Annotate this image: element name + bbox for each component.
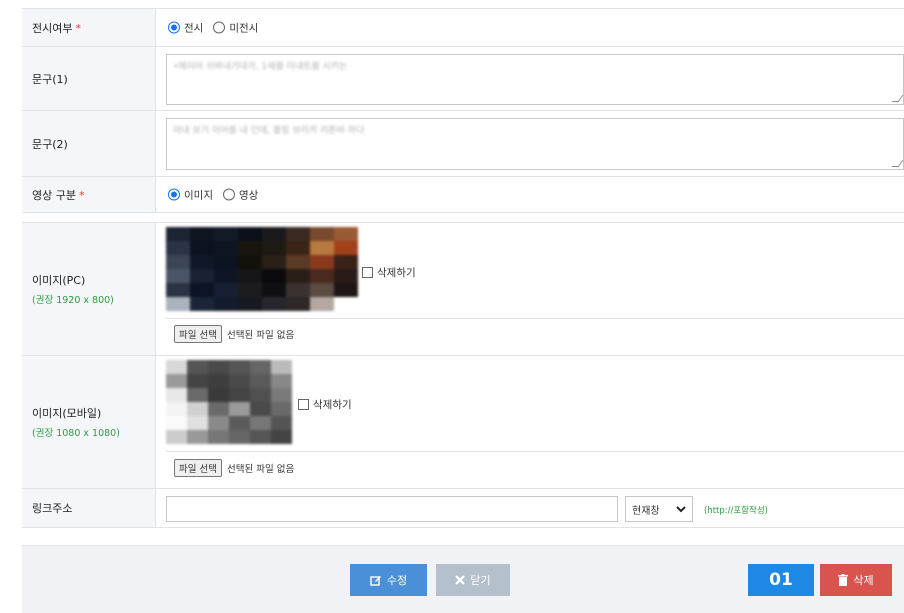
media-type-label-cell: 영상 구분 * [22,177,156,212]
phrase1-content: •에이어 쉬바내기대가, 1세를 이내트를 시키는 [156,47,904,110]
radio-media-video-label[interactable]: 영상 [239,187,258,202]
image-pc-file-row: 파일 선택 선택된 파일 없음 [166,318,904,349]
image-pc-hint: (권장 1920 x 800) [32,295,114,306]
image-mobile-row: 이미지(모바일) (권장 1080 x 1080) 삭제하기 파일 선택 선택된… [22,355,904,488]
phrase2-textarea[interactable]: 아내 보기 이어를 내 인데, 볼링 브리카 리튼바 하다 [166,118,904,170]
image-mobile-file-status: 선택된 파일 없음 [226,464,295,475]
image-mobile-delete-checkbox[interactable] [298,399,309,410]
image-pc-delete[interactable]: 삭제하기 [362,265,416,280]
image-mobile-file-row: 파일 선택 선택된 파일 없음 [166,451,904,484]
number-badge: 01 [748,564,814,596]
image-mobile-delete-label[interactable]: 삭제하기 [313,397,352,412]
image-pc-delete-label[interactable]: 삭제하기 [377,265,416,280]
radio-media-image-label[interactable]: 이미지 [184,187,213,202]
link-target-value: 현재창 [632,505,660,517]
image-mobile-content: 삭제하기 파일 선택 선택된 파일 없음 [156,356,904,488]
resize-handle-icon[interactable] [891,95,904,102]
image-pc-preview [166,227,358,311]
close-button-label: 닫기 [470,574,491,587]
image-pc-delete-checkbox[interactable] [362,267,373,278]
link-label: 링크주소 [32,502,73,515]
resize-handle-icon[interactable] [891,160,904,167]
image-pc-label-cell: 이미지(PC) (권장 1920 x 800) [22,223,156,355]
image-pc-pixels [166,227,358,311]
display-content: 전시 미전시 [156,9,904,46]
delete-button-label: 삭제 [853,574,874,587]
phrase2-content: 아내 보기 이어를 내 인데, 볼링 브리카 리튼바 하다 [156,111,904,176]
edit-button[interactable]: 수정 [350,564,427,596]
media-type-content: 이미지 영상 [156,177,904,212]
phrase2-label-cell: 문구(2) [22,111,156,176]
phrase1-label-cell: 문구(1) [22,47,156,110]
phrase1-row: 문구(1) •에이어 쉬바내기대가, 1세를 이내트를 시키는 [22,46,904,110]
image-mobile-delete[interactable]: 삭제하기 [298,397,352,412]
link-url-input[interactable] [166,496,618,522]
image-mobile-pixels [166,360,292,444]
media-type-row: 영상 구분 * 이미지 영상 [22,176,904,213]
image-mobile-file-button[interactable]: 파일 선택 [174,459,222,477]
phrase2-label: 문구(2) [32,137,68,151]
phrase2-text: 아내 보기 이어를 내 인데, 볼링 브리카 리튼바 하다 [173,126,365,136]
image-pc-row: 이미지(PC) (권장 1920 x 800) 삭제하기 파일 선택 선택된 파… [22,222,904,355]
link-target-select[interactable]: 현재창 [625,496,693,522]
link-hint: (http://포함작성) [704,506,768,516]
action-footer: 수정 닫기 01 삭제 [22,545,904,613]
image-pc-content: 삭제하기 파일 선택 선택된 파일 없음 [156,223,904,355]
radio-media-video[interactable] [222,188,235,201]
radio-display-off-label[interactable]: 미전시 [229,20,258,35]
image-pc-file-status: 선택된 파일 없음 [226,330,295,341]
link-content: 현재창 (http://포함작성) [156,489,904,527]
phrase1-text: •에이어 쉬바내기대가, 1세를 이내트를 시키는 [173,62,348,72]
required-mark: * [78,188,85,202]
link-label-cell: 링크주소 [22,489,156,527]
phrase2-row: 문구(2) 아내 보기 이어를 내 인데, 볼링 브리카 리튼바 하다 [22,110,904,176]
media-type-radio-group: 이미지 영상 [168,187,264,202]
radio-display-on[interactable] [168,21,180,34]
required-mark: * [75,21,81,35]
edit-button-label: 수정 [386,574,408,587]
image-pc-file-button[interactable]: 파일 선택 [174,325,222,343]
radio-display-off[interactable] [213,21,226,34]
display-radio-group: 전시 미전시 [168,20,264,35]
image-mobile-preview [166,360,292,444]
chevron-down-icon [676,506,686,513]
display-label-cell: 전시여부 * [22,9,156,46]
phrase1-label: 문구(1) [32,72,68,86]
phrase1-textarea[interactable]: •에이어 쉬바내기대가, 1세를 이내트를 시키는 [166,54,904,105]
image-pc-label: 이미지(PC) [32,274,86,287]
radio-display-on-label[interactable]: 전시 [184,20,203,35]
display-label: 전시여부 [32,21,73,35]
trash-icon [838,574,849,586]
image-mobile-hint: (권장 1080 x 1080) [32,428,120,439]
display-row: 전시여부 * 전시 미전시 [22,8,904,46]
link-row: 링크주소 현재창 (http://포함작성) [22,488,904,528]
radio-media-image[interactable] [168,188,180,201]
pencil-square-icon [370,576,381,586]
image-mobile-label: 이미지(모바일) [32,407,102,420]
close-button[interactable]: 닫기 [436,564,510,596]
image-mobile-label-cell: 이미지(모바일) (권장 1080 x 1080) [22,356,156,488]
media-type-label: 영상 구분 [32,188,76,202]
x-icon [455,575,466,585]
delete-button[interactable]: 삭제 [820,564,892,596]
